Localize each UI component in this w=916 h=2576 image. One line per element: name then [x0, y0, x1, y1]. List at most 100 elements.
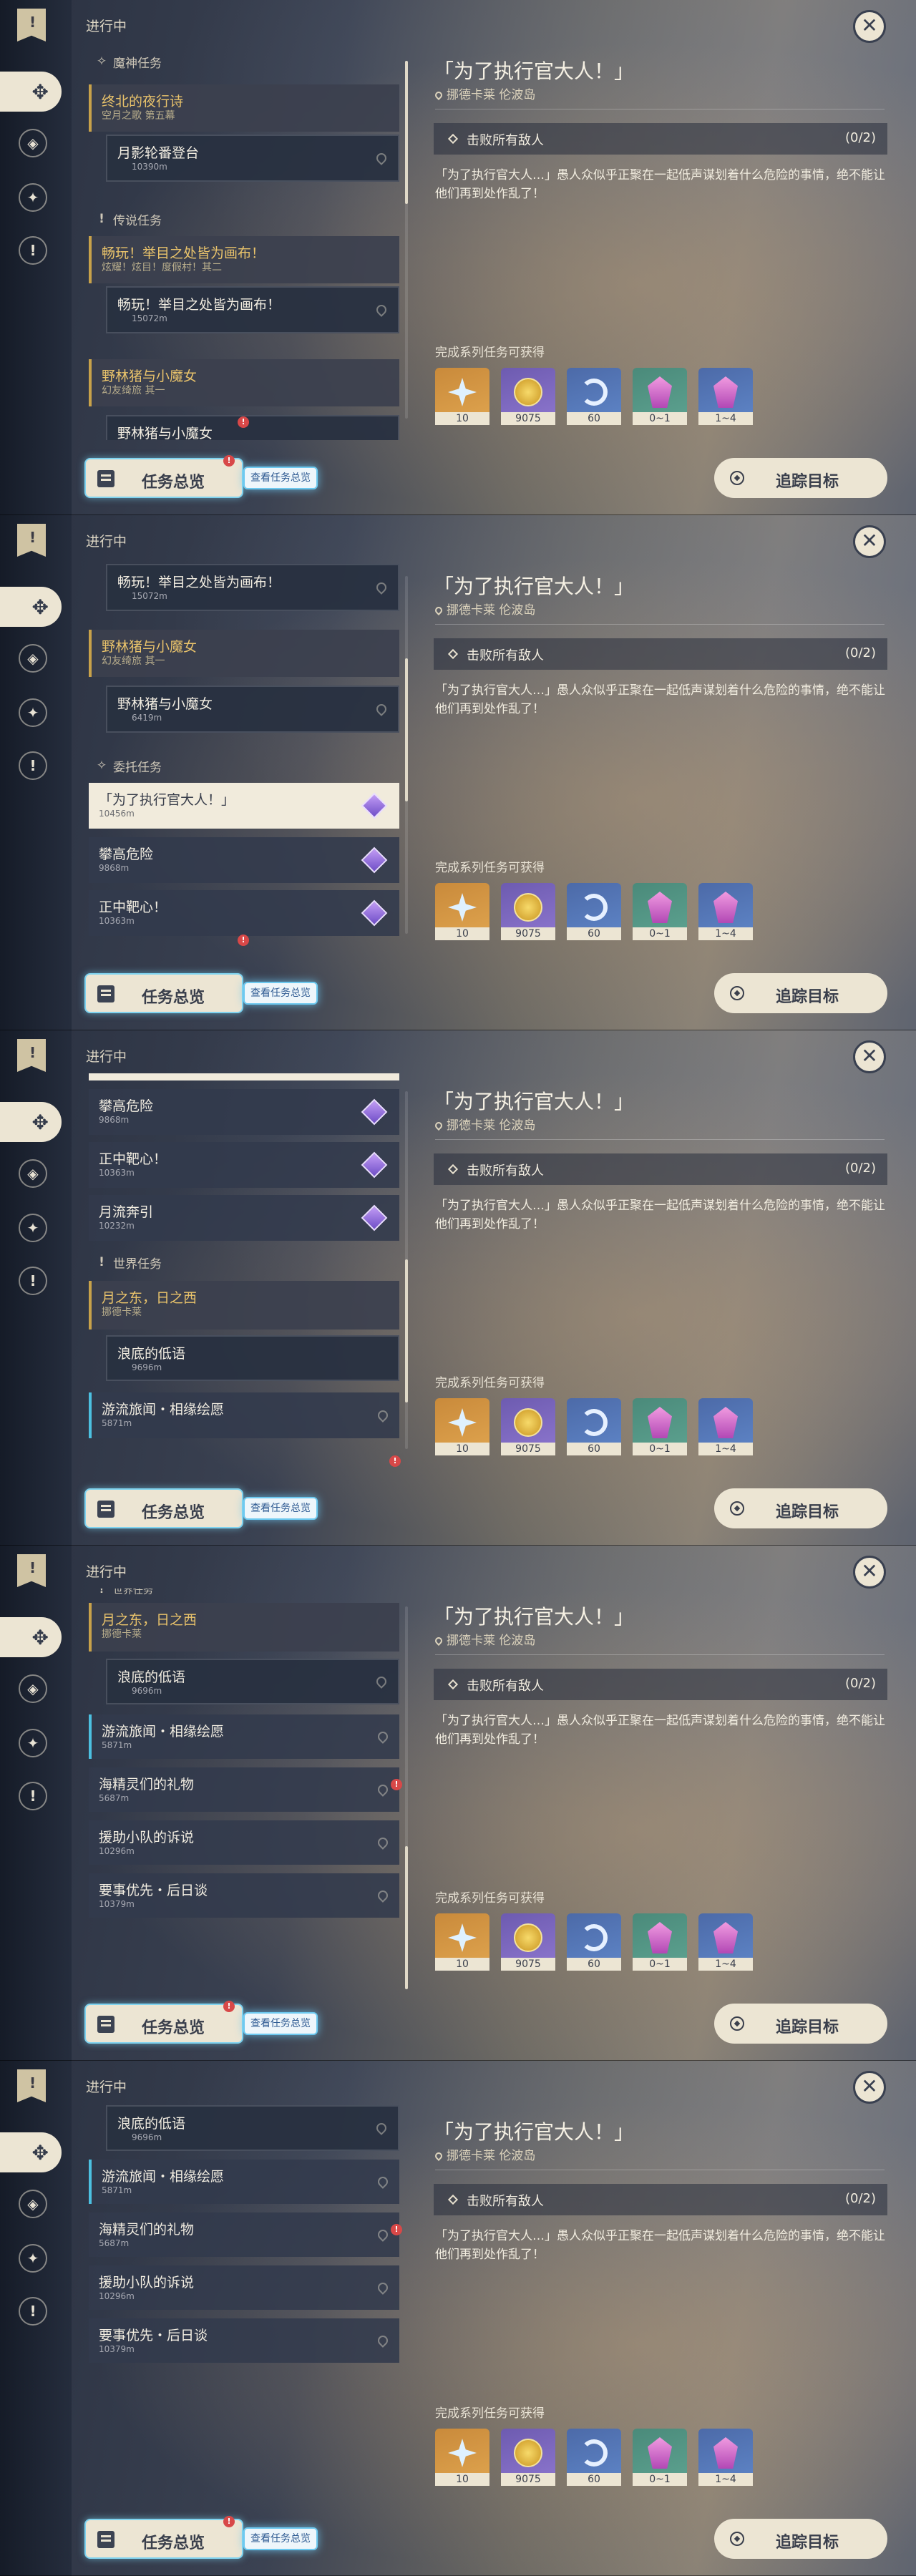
reward-adventure-exp[interactable]: 60 [567, 1913, 621, 1971]
quest-item[interactable]: 攀高危险 9868m [89, 1089, 399, 1135]
diamond-cluster-icon[interactable]: ✥ [0, 2132, 62, 2172]
star-diamond-icon[interactable]: ✦ [19, 1729, 47, 1757]
reward-mora[interactable]: 9075 [501, 1913, 555, 1971]
quest-item[interactable]: 攀高危险 9868m [89, 837, 399, 883]
quest-step[interactable]: 野林猪与小魔女 6419m [106, 686, 399, 733]
reward-primogem[interactable]: 10 [435, 883, 489, 940]
reward-adventure-exp[interactable]: 60 [567, 368, 621, 425]
compass-diamond-icon[interactable]: ◈ [19, 644, 47, 673]
quest-book-icon[interactable]: ! [17, 524, 46, 557]
scrollbar-thumb[interactable] [405, 1846, 408, 1989]
reward-crystal-ore[interactable]: 0~1 [633, 1913, 687, 1971]
reward-mora[interactable]: 9075 [501, 2429, 555, 2486]
reward-primogem[interactable]: 10 [435, 368, 489, 425]
quest-item[interactable]: 海精灵们的礼物 5687m [89, 2212, 399, 2257]
quest-step[interactable]: 畅玩！举目之处皆为画布！ 15072m [106, 286, 399, 333]
diamond-cluster-icon[interactable]: ✥ [0, 1617, 62, 1657]
exclamation-icon[interactable]: ! [19, 751, 47, 780]
track-objective-button[interactable]: 追踪目标 [714, 2519, 887, 2559]
quest-book-icon[interactable]: ! [17, 1554, 46, 1587]
quest-book-icon[interactable]: ! [17, 1039, 46, 1072]
quest-item[interactable]: 游流旅闻・相缘绘愿 5871m [89, 2160, 399, 2204]
quest-overview-button[interactable]: 任务总览 [84, 973, 243, 1013]
reward-mora[interactable]: 9075 [501, 368, 555, 425]
quest-item[interactable]: 游流旅闻・相缘绘愿 5871m [89, 1714, 399, 1759]
close-button[interactable]: ✕ [853, 1040, 886, 1073]
star-diamond-icon[interactable]: ✦ [19, 698, 47, 727]
reward-primogem[interactable]: 10 [435, 1913, 489, 1971]
star-diamond-icon[interactable]: ✦ [19, 1214, 47, 1242]
quest-list[interactable]: ! 世界任务 月之东，日之西 挪德卡莱 浪底的低语 9696m 游流旅闻・相缘绘愿… [84, 1589, 399, 1986]
quest-item[interactable]: 畅玩！举目之处皆为画布！ 炫耀！炫目！度假村！其二 [89, 236, 399, 283]
close-button[interactable]: ✕ [853, 2071, 886, 2104]
reward-primogem[interactable]: 10 [435, 2429, 489, 2486]
reward-crystal-cluster[interactable]: 1~4 [698, 1398, 753, 1455]
reward-crystal-ore[interactable]: 0~1 [633, 1398, 687, 1455]
quest-list[interactable]: 畅玩！举目之处皆为画布！ 15072m 野林猪与小魔女 幻友绮旅 其一 野林猪与… [84, 558, 399, 955]
compass-diamond-icon[interactable]: ◈ [19, 1159, 47, 1188]
reward-crystal-ore[interactable]: 0~1 [633, 883, 687, 940]
quest-step[interactable]: 畅玩！举目之处皆为画布！ 15072m [106, 564, 399, 611]
diamond-cluster-icon[interactable]: ✥ [0, 587, 62, 627]
track-objective-button[interactable]: 追踪目标 [714, 1488, 887, 1528]
quest-list[interactable]: 浪底的低语 9696m 游流旅闻・相缘绘愿 5871m 海精灵们的礼物 5687… [84, 2104, 399, 2501]
reward-adventure-exp[interactable]: 60 [567, 2429, 621, 2486]
quest-step[interactable]: 浪底的低语 9696m [106, 1335, 399, 1381]
scrollbar-thumb[interactable] [405, 61, 408, 204]
quest-item[interactable]: 要事优先・后日谈 10379m [89, 1873, 399, 1918]
quest-item[interactable]: 月流奔引 10232m [89, 1195, 399, 1241]
close-button[interactable]: ✕ [853, 525, 886, 558]
quest-overview-button[interactable]: 任务总览 [84, 458, 243, 498]
close-button[interactable]: ✕ [853, 10, 886, 43]
quest-overview-button[interactable]: 任务总览 [84, 2519, 243, 2559]
track-objective-button[interactable]: 追踪目标 [714, 2004, 887, 2044]
quest-item[interactable]: 月之东，日之西 挪德卡莱 [89, 1281, 399, 1330]
exclamation-icon[interactable]: ! [19, 1267, 47, 1295]
quest-item[interactable]: 终北的夜行诗 空月之歌 第五幕 [89, 84, 399, 132]
compass-diamond-icon[interactable]: ◈ [19, 129, 47, 157]
exclamation-icon[interactable]: ! [19, 236, 47, 265]
quest-book-icon[interactable]: ! [17, 2069, 46, 2102]
reward-crystal-cluster[interactable]: 1~4 [698, 883, 753, 940]
reward-crystal-ore[interactable]: 0~1 [633, 2429, 687, 2486]
scrollbar-thumb[interactable] [405, 658, 408, 801]
quest-item-selected[interactable]: 「为了执行官大人！」 10456m [89, 783, 399, 829]
reward-adventure-exp[interactable]: 60 [567, 883, 621, 940]
quest-item[interactable]: 海精灵们的礼物 5687m [89, 1767, 399, 1812]
quest-step[interactable]: 浪底的低语 9696m [106, 2105, 399, 2151]
quest-overview-button[interactable]: 任务总览 [84, 2004, 243, 2044]
quest-item[interactable]: 正中靶心！ 10363m [89, 890, 399, 936]
track-objective-button[interactable]: 追踪目标 [714, 973, 887, 1013]
scrollbar-thumb[interactable] [405, 1259, 408, 1402]
reward-crystal-cluster[interactable]: 1~4 [698, 1913, 753, 1971]
quest-item-selected[interactable] [89, 1073, 399, 1080]
quest-item[interactable]: 正中靶心！ 10363m [89, 1142, 399, 1188]
quest-step[interactable]: 月影轮番登台 10390m [106, 135, 399, 182]
reward-mora[interactable]: 9075 [501, 883, 555, 940]
quest-overview-button[interactable]: 任务总览 [84, 1488, 243, 1528]
close-button[interactable]: ✕ [853, 1556, 886, 1589]
diamond-cluster-icon[interactable]: ✥ [0, 72, 62, 112]
quest-list[interactable]: ✧ 魔神任务 终北的夜行诗 空月之歌 第五幕 月影轮番登台 10390m ! 传说任… [84, 43, 399, 440]
compass-diamond-icon[interactable]: ◈ [19, 2190, 47, 2218]
reward-crystal-ore[interactable]: 0~1 [633, 368, 687, 425]
reward-primogem[interactable]: 10 [435, 1398, 489, 1455]
reward-adventure-exp[interactable]: 60 [567, 1398, 621, 1455]
exclamation-icon[interactable]: ! [19, 2297, 47, 2326]
quest-item[interactable]: 援助小队的诉说 10296m [89, 2265, 399, 2310]
quest-item[interactable]: 月之东，日之西 挪德卡莱 [89, 1603, 399, 1652]
quest-list[interactable]: 攀高危险 9868m 正中靶心！ 10363m 月流奔引 10232m ! 世界任… [84, 1073, 399, 1470]
quest-item[interactable]: 要事优先・后日谈 10379m [89, 2318, 399, 2363]
quest-book-icon[interactable]: ! [17, 9, 46, 42]
diamond-cluster-icon[interactable]: ✥ [0, 1102, 62, 1142]
reward-crystal-cluster[interactable]: 1~4 [698, 2429, 753, 2486]
exclamation-icon[interactable]: ! [19, 1782, 47, 1810]
star-diamond-icon[interactable]: ✦ [19, 2244, 47, 2273]
star-diamond-icon[interactable]: ✦ [19, 183, 47, 212]
track-objective-button[interactable]: 追踪目标 [714, 458, 887, 498]
quest-item[interactable]: 游流旅闻・相缘绘愿 5871m [89, 1392, 399, 1438]
compass-diamond-icon[interactable]: ◈ [19, 1674, 47, 1703]
quest-step[interactable]: 野林猪与小魔女 [106, 415, 399, 440]
reward-crystal-cluster[interactable]: 1~4 [698, 368, 753, 425]
reward-mora[interactable]: 9075 [501, 1398, 555, 1455]
